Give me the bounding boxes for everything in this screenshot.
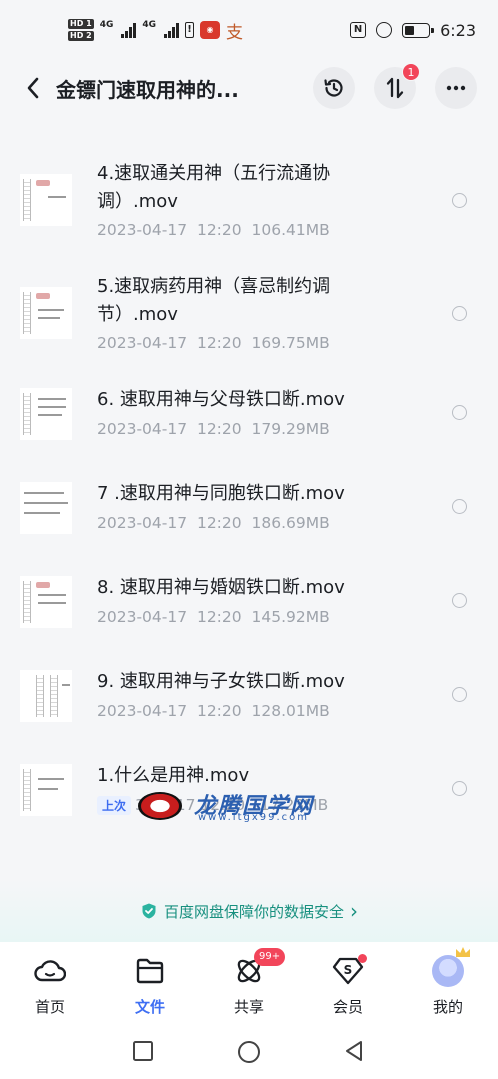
network-type-2: 4G	[142, 19, 156, 30]
history-icon	[324, 79, 343, 97]
tab-home[interactable]: 首页	[10, 954, 90, 1017]
back-button[interactable]	[18, 73, 48, 103]
history-button[interactable]	[313, 67, 355, 109]
watermark: 龙腾国学网 www.ltgx99.com	[138, 790, 358, 826]
select-radio[interactable]	[452, 781, 467, 796]
status-left: HD 1 HD 2 4G 4G ! ◉ 支	[68, 18, 243, 43]
share-badge: 99+	[254, 948, 286, 966]
home-button[interactable]	[237, 1040, 261, 1068]
select-radio[interactable]	[452, 593, 467, 608]
alipay-icon: 支	[226, 22, 243, 43]
list-item[interactable]: 4.速取通关用神（五行流通协调）.mov 2023-04-17 12:20 10…	[0, 160, 498, 250]
file-name: 1.什么是用神.mov	[97, 765, 250, 786]
file-name: 5.速取病药用神（喜忌制约调节）.mov	[97, 276, 331, 325]
more-button[interactable]	[435, 67, 477, 109]
alert-icon: !	[185, 22, 194, 38]
hd-indicator: HD 1 HD 2	[68, 18, 94, 42]
list-item[interactable]: 5.速取病药用神（喜忌制约调节）.mov 2023-04-17 12:20 16…	[0, 273, 498, 363]
more-dots-icon	[446, 85, 466, 91]
file-meta: 2023-04-17 12:20 128.01MB	[97, 702, 330, 720]
tab-me[interactable]: 我的	[408, 947, 488, 1017]
nfc-icon: N	[350, 22, 367, 38]
status-time: 6:23	[440, 20, 476, 40]
tab-files[interactable]: 文件	[110, 954, 190, 1017]
tab-label: 首页	[34, 998, 65, 1016]
avatar	[432, 947, 470, 987]
list-item[interactable]: 9. 速取用神与子女铁口断.mov 2023-04-17 12:20 128.0…	[0, 668, 498, 730]
list-item[interactable]: 7 .速取用神与同胞铁口断.mov 2023-04-17 12:20 186.6…	[0, 480, 498, 542]
vip-diamond-icon: S	[331, 954, 367, 988]
transfer-arrows-icon	[386, 77, 404, 99]
watermark-url: www.ltgx99.com	[198, 812, 310, 823]
tab-bar: 首页 文件 99+ 共享 S 会员 我的	[0, 942, 498, 1024]
recents-button[interactable]	[132, 1040, 154, 1066]
tab-share[interactable]: 99+ 共享	[209, 948, 289, 1017]
hd1-label: HD 1	[68, 19, 94, 29]
tab-label: 我的	[432, 998, 463, 1016]
network-type-1: 4G	[99, 19, 114, 30]
list-item[interactable]: 8. 速取用神与婚姻铁口断.mov 2023-04-17 12:20 145.9…	[0, 574, 498, 636]
signal-icon-2	[164, 22, 179, 38]
select-radio[interactable]	[452, 306, 467, 321]
svg-text:S: S	[344, 963, 353, 977]
transfer-badge: 1	[402, 63, 420, 81]
system-nav-bar	[0, 1024, 498, 1079]
signal-icon-1	[121, 22, 137, 38]
select-radio[interactable]	[452, 499, 467, 514]
tab-vip[interactable]: S 会员	[308, 954, 388, 1017]
video-thumbnail	[20, 670, 72, 722]
watermark-logo-icon	[138, 792, 182, 820]
transfer-button[interactable]: 1	[374, 63, 420, 109]
tab-label: 文件	[134, 998, 165, 1016]
file-meta: 2023-04-17 12:20 145.92MB	[97, 608, 330, 626]
vip-dot	[358, 954, 367, 963]
safety-banner[interactable]: 百度网盘保障你的数据安全 ›	[0, 880, 498, 942]
file-meta: 2023-04-17 12:20 169.75MB	[97, 334, 330, 352]
app-notification-icon: ◉	[200, 21, 220, 39]
alarm-icon	[376, 22, 393, 38]
square-icon	[133, 1041, 153, 1061]
battery-fill	[405, 25, 414, 35]
header: 金镖门速取用神的... 1	[0, 60, 498, 116]
file-name: 8. 速取用神与婚姻铁口断.mov	[97, 577, 345, 598]
triangle-back-icon	[346, 1041, 362, 1061]
video-thumbnail	[20, 287, 72, 339]
shield-icon	[142, 903, 156, 919]
home-cloud-icon	[33, 954, 67, 988]
status-right: N 6:23	[350, 21, 476, 40]
file-name: 6. 速取用神与父母铁口断.mov	[97, 389, 345, 410]
last-opened-tag: 上次	[97, 796, 132, 815]
file-meta: 2023-04-17 12:20 186.69MB	[97, 514, 330, 532]
circle-icon	[238, 1041, 260, 1063]
file-name: 7 .速取用神与同胞铁口断.mov	[97, 483, 345, 504]
folder-icon	[133, 954, 167, 988]
battery-icon	[402, 22, 435, 38]
video-thumbnail	[20, 764, 72, 816]
file-name: 9. 速取用神与子女铁口断.mov	[97, 671, 345, 692]
video-thumbnail	[20, 576, 72, 628]
file-name: 4.速取通关用神（五行流通协调）.mov	[97, 163, 331, 212]
file-meta: 2023-04-17 12:20 179.29MB	[97, 420, 330, 438]
hd2-label: HD 2	[68, 31, 94, 41]
status-bar: HD 1 HD 2 4G 4G ! ◉ 支 N 6:23	[0, 0, 498, 60]
crown-icon	[456, 947, 470, 957]
tab-label: 会员	[332, 998, 363, 1016]
chevron-right-icon: ›	[350, 899, 358, 923]
chevron-left-icon	[27, 77, 39, 99]
safety-text: 百度网盘保障你的数据安全	[163, 902, 344, 921]
list-item[interactable]: 6. 速取用神与父母铁口断.mov 2023-04-17 12:20 179.2…	[0, 386, 498, 448]
select-radio[interactable]	[452, 405, 467, 420]
file-meta: 2023-04-17 12:20 106.41MB	[97, 221, 330, 239]
back-nav-button[interactable]	[343, 1040, 365, 1066]
avatar-icon	[431, 947, 470, 988]
video-thumbnail	[20, 174, 72, 226]
video-thumbnail	[20, 482, 72, 534]
select-radio[interactable]	[452, 687, 467, 702]
share-atom-icon: 99+	[232, 948, 286, 988]
select-radio[interactable]	[452, 193, 467, 208]
page-title: 金镖门速取用神的...	[56, 77, 239, 102]
video-thumbnail	[20, 388, 72, 440]
tab-label: 共享	[233, 998, 264, 1016]
